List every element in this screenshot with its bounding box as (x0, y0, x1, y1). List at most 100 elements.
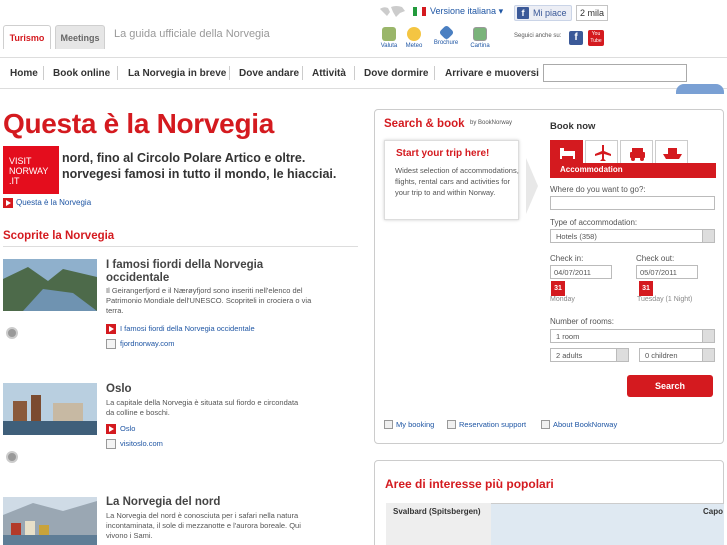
chevron-down-icon (702, 349, 714, 361)
map-label-capo[interactable]: Capo (703, 507, 723, 516)
chevron-down-icon (702, 330, 714, 342)
weather-label: Meteo (405, 43, 423, 49)
youtube-icon[interactable]: You Tube (588, 30, 604, 46)
promo-body: Widest selection of accommodations, flig… (395, 166, 519, 197)
nav-activities[interactable]: Attività (312, 68, 346, 79)
globe-icon[interactable] (6, 451, 18, 463)
adults-select[interactable]: 2 adults (550, 348, 629, 362)
article-link[interactable]: Oslo (120, 424, 135, 433)
facebook-like-button[interactable]: f Mi piace (514, 5, 572, 21)
article-link[interactable]: I famosi fiordi della Norvegia occidenta… (120, 324, 255, 333)
map-label-svalbard[interactable]: Svalbard (Spitsbergen) (393, 507, 481, 516)
promo-title: Start your trip here! (396, 148, 490, 159)
checkout-label: Check out: (636, 254, 675, 263)
nav-divider (117, 66, 118, 80)
site-tagline: La guida ufficiale della Norvegia (114, 28, 270, 40)
checkin-label: Check in: (550, 254, 584, 263)
reservation-support-link[interactable]: Reservation support (459, 420, 526, 429)
rooms-label: Number of rooms: (550, 317, 615, 326)
type-label: Type of accommodation: (550, 218, 638, 227)
calendar-icon[interactable]: 31 (639, 281, 653, 296)
page-title: Questa è la Norvegia (3, 108, 275, 139)
tab-ferries[interactable] (655, 140, 688, 164)
booking-provider: by BookNorway (470, 120, 513, 126)
accommodation-type-select[interactable]: Hotels (358) (550, 229, 715, 243)
weather-tool[interactable]: Meteo (396, 27, 432, 49)
visit-norway-logo: VISIT NORWAY .IT (3, 146, 59, 194)
external-link[interactable]: visitoslo.com (120, 439, 163, 448)
where-label: Where do you want to go?: (550, 185, 646, 194)
tab-meetings[interactable]: Meetings (55, 25, 105, 49)
brochure-tool[interactable]: Brochure (428, 24, 464, 46)
nav-norway-in-brief[interactable]: La Norvegia in breve (128, 68, 226, 79)
tab-flights[interactable] (585, 140, 618, 164)
nav-where-to-go[interactable]: Dove andare (239, 68, 299, 79)
tab-label: Accommodation (550, 163, 716, 178)
brochure-label: Brochure (433, 40, 459, 46)
coins-icon (382, 27, 396, 41)
nav-where-to-stay[interactable]: Dove dormire (364, 68, 428, 79)
map-tool[interactable]: Cartina (462, 27, 498, 49)
booking-icon (384, 420, 393, 429)
nav-divider (229, 66, 230, 80)
chevron-down-icon: ▾ (498, 6, 504, 16)
bed-icon (560, 148, 575, 159)
north-norway-thumbnail[interactable] (3, 497, 97, 545)
children-select[interactable]: 0 children (639, 348, 715, 362)
select-value: 2 adults (556, 351, 583, 360)
hero-link[interactable]: Questa è la Norvegia (16, 198, 91, 207)
search-button[interactable] (676, 84, 724, 94)
currency-label: Valuta (380, 43, 398, 49)
my-booking-link[interactable]: My booking (396, 420, 434, 429)
about-booknorway-link[interactable]: About BookNorway (553, 420, 617, 429)
arrow-right-icon (3, 198, 13, 208)
language-selector[interactable]: Versione italiana ▾ (430, 6, 503, 17)
select-value: Hotels (358) (556, 232, 597, 241)
top-header (0, 0, 727, 56)
checkin-input[interactable]: 04/07/2011 (550, 265, 612, 279)
weather-icon (407, 27, 421, 41)
nav-home[interactable]: Home (10, 68, 38, 79)
world-map-icon (380, 6, 405, 17)
article-body: La capitale della Norvegia è situata sul… (106, 398, 299, 417)
arrow-right-icon (106, 424, 116, 434)
nav-divider (354, 66, 355, 80)
nav-divider (434, 66, 435, 80)
facebook-icon: f (517, 7, 529, 19)
external-link[interactable]: fjordnorway.com (120, 339, 174, 348)
article-title[interactable]: Oslo (106, 383, 132, 396)
tab-turismo[interactable]: Turismo (3, 25, 51, 49)
logo-line: NORWAY (9, 166, 49, 176)
external-link-icon (106, 439, 116, 449)
search-input[interactable] (543, 64, 687, 82)
nav-book-online[interactable]: Book online (53, 68, 110, 79)
nav-divider (302, 66, 303, 80)
info-icon (541, 420, 550, 429)
like-label: Mi piace (533, 8, 567, 18)
fjord-thumbnail[interactable] (3, 259, 97, 311)
article-title[interactable]: I famosi fiordi della Norvegia occidenta… (106, 259, 321, 285)
follow-label: Seguici anche su: (514, 33, 562, 39)
hero-subtitle: nord, fino al Circolo Polare Artico e ol… (62, 151, 337, 181)
logo-line: VISIT (9, 156, 32, 166)
checkout-input[interactable]: 05/07/2011 (636, 265, 698, 279)
logo-line: .IT (9, 176, 20, 186)
destination-input[interactable] (550, 196, 715, 210)
italy-flag-icon[interactable] (413, 7, 426, 16)
booking-search-button[interactable]: Search (627, 375, 713, 397)
facebook-icon[interactable]: f (569, 31, 583, 45)
calendar-icon[interactable]: 31 (551, 281, 565, 296)
article-title[interactable]: La Norvegia del nord (106, 496, 220, 509)
globe-icon[interactable] (6, 327, 18, 339)
tab-cars[interactable] (620, 140, 653, 164)
chevron-down-icon (702, 230, 714, 242)
nav-getting-around[interactable]: Arrivare e muoversi (445, 68, 539, 79)
booking-title: Search & book (384, 118, 465, 130)
support-icon (447, 420, 456, 429)
ship-icon (663, 148, 682, 159)
oslo-thumbnail[interactable] (3, 383, 97, 435)
rooms-select[interactable]: 1 room (550, 329, 715, 343)
tab-accommodation[interactable] (550, 140, 583, 164)
arrow-right-icon (106, 324, 116, 334)
chevron-down-icon (616, 349, 628, 361)
